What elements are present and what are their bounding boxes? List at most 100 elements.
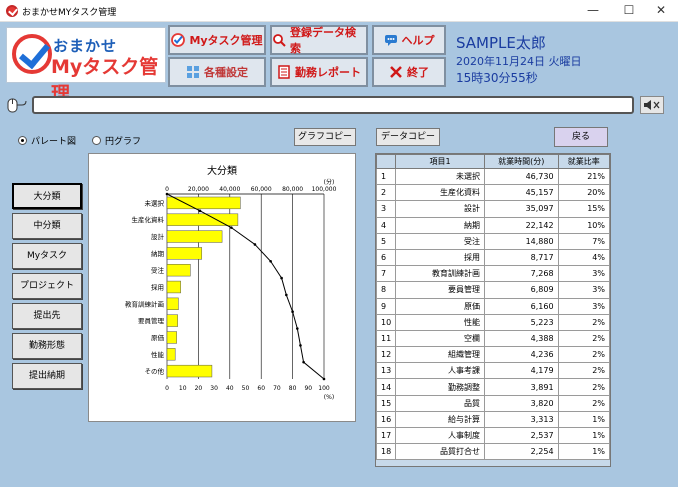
category-button-large[interactable]: 大分類 bbox=[12, 183, 82, 209]
table-row[interactable]: 14 勤務調整 3,891 2% bbox=[375, 378, 611, 396]
settings-button[interactable]: 各種設定 bbox=[168, 57, 266, 87]
row-minutes: 35,097 bbox=[483, 200, 559, 218]
top-axis-unit: (分) bbox=[324, 178, 335, 186]
row-minutes: 6,160 bbox=[483, 297, 559, 315]
category-button-medium[interactable]: 中分類 bbox=[12, 213, 82, 239]
grid-icon bbox=[186, 65, 200, 79]
row-ratio: 2% bbox=[557, 378, 611, 396]
row-minutes: 14,880 bbox=[483, 232, 559, 250]
row-item: 給与計算 bbox=[395, 410, 485, 429]
table-row[interactable]: 18 品質打合せ 2,254 1% bbox=[375, 443, 611, 461]
help-button[interactable]: ヘルプ bbox=[372, 25, 446, 55]
row-item: 品質 bbox=[395, 394, 485, 412]
table-row[interactable]: 8 要員管理 6,809 3% bbox=[375, 281, 611, 299]
graph-copy-button[interactable]: グラフコピー bbox=[294, 128, 356, 146]
table-row[interactable]: 15 品質 3,820 2% bbox=[375, 394, 611, 412]
row-minutes: 8,717 bbox=[483, 248, 559, 267]
category-label: 教育訓練計画 bbox=[125, 299, 164, 308]
table-header-2: 就業時間(分) bbox=[483, 154, 559, 169]
my-task-button[interactable]: Myタスク管理 bbox=[168, 25, 266, 55]
table-row[interactable]: 5 受注 14,880 7% bbox=[375, 232, 611, 250]
cumulative-point bbox=[198, 209, 202, 213]
table-row[interactable]: 1 未選択 46,730 21% bbox=[375, 167, 611, 186]
cumulative-point bbox=[280, 276, 283, 280]
pie-radio[interactable]: 円グラフ bbox=[92, 134, 141, 147]
row-index: 2 bbox=[375, 184, 397, 202]
help-label: ヘルプ bbox=[401, 34, 435, 47]
category-label: その他 bbox=[145, 367, 165, 376]
mute-button[interactable] bbox=[640, 96, 664, 114]
category-button-mytask[interactable]: Myタスク bbox=[12, 243, 82, 269]
table-row[interactable]: 3 設計 35,097 15% bbox=[375, 200, 611, 218]
register-search-button[interactable]: 登録データ検索 bbox=[270, 25, 368, 55]
top-tick-label: 40,000 bbox=[219, 186, 240, 193]
row-item: 教育訓練計画 bbox=[395, 265, 485, 283]
category-button-project[interactable]: プロジェクト bbox=[12, 273, 82, 299]
row-ratio: 3% bbox=[557, 281, 611, 299]
row-index: 3 bbox=[375, 200, 397, 218]
row-minutes: 4,388 bbox=[483, 329, 559, 348]
maximize-button[interactable]: ☐ bbox=[612, 0, 646, 22]
table-row[interactable]: 9 原価 6,160 3% bbox=[375, 297, 611, 315]
data-copy-button[interactable]: データコピー bbox=[376, 128, 440, 146]
table-row[interactable]: 10 性能 5,223 2% bbox=[375, 313, 611, 331]
pareto-radio[interactable]: パレート図 bbox=[18, 134, 76, 147]
category-button-submit-to[interactable]: 提出先 bbox=[12, 303, 82, 329]
table-row[interactable]: 16 給与計算 3,313 1% bbox=[375, 410, 611, 429]
cumulative-point bbox=[165, 192, 169, 196]
cumulative-point bbox=[322, 377, 326, 381]
category-label: 未選択 bbox=[145, 198, 165, 207]
exit-button[interactable]: 終了 bbox=[372, 57, 446, 87]
row-ratio: 1% bbox=[557, 410, 611, 429]
row-minutes: 7,268 bbox=[483, 265, 559, 283]
row-minutes: 2,537 bbox=[483, 426, 559, 445]
pie-radio-dot[interactable] bbox=[92, 136, 101, 145]
table-row[interactable]: 6 採用 8,717 4% bbox=[375, 248, 611, 267]
command-input[interactable] bbox=[32, 96, 634, 114]
table-row[interactable]: 13 人事考課 4,179 2% bbox=[375, 362, 611, 380]
checkmark-icon bbox=[171, 33, 186, 47]
table-row[interactable]: 7 教育訓練計画 7,268 3% bbox=[375, 265, 611, 283]
category-button-deadline[interactable]: 提出納期 bbox=[12, 363, 82, 389]
row-ratio: 1% bbox=[557, 443, 611, 461]
table-row[interactable]: 4 納期 22,142 10% bbox=[375, 216, 611, 234]
top-tick-label: 100,000 bbox=[312, 186, 337, 193]
close-window-button[interactable]: ✕ bbox=[644, 0, 678, 22]
minimize-button[interactable]: — bbox=[576, 0, 610, 22]
row-ratio: 2% bbox=[557, 313, 611, 331]
bottom-tick-label: 100 bbox=[318, 385, 330, 392]
category-label: 性能 bbox=[151, 350, 165, 359]
table-row[interactable]: 17 人事制度 2,537 1% bbox=[375, 426, 611, 445]
category-label: 受注 bbox=[151, 266, 165, 275]
row-index: 12 bbox=[375, 346, 397, 364]
row-item: 納期 bbox=[395, 216, 485, 234]
bottom-tick-label: 40 bbox=[226, 385, 234, 392]
bottom-tick-label: 50 bbox=[242, 385, 250, 392]
mouse-icon bbox=[6, 96, 27, 114]
top-tick-label: 80,000 bbox=[282, 186, 303, 193]
table-row[interactable]: 12 組織管理 4,236 2% bbox=[375, 346, 611, 364]
table-row[interactable]: 2 生産化資料 45,157 20% bbox=[375, 184, 611, 202]
top-tick-label: 0 bbox=[165, 186, 169, 193]
row-index: 10 bbox=[375, 313, 397, 331]
category-label: 設計 bbox=[151, 232, 165, 241]
row-item: 空欄 bbox=[395, 329, 485, 348]
row-item: 人事制度 bbox=[395, 426, 485, 445]
row-minutes: 6,809 bbox=[483, 281, 559, 299]
settings-label: 各種設定 bbox=[204, 66, 248, 79]
bottom-tick-label: 0 bbox=[165, 385, 169, 392]
category-label: 採用 bbox=[151, 283, 164, 292]
row-item: 勤務調整 bbox=[395, 378, 485, 396]
app-icon bbox=[6, 5, 18, 17]
row-index: 5 bbox=[375, 232, 397, 250]
title-bar: おまかせMYタスク管理 — ☐ ✕ bbox=[0, 0, 678, 22]
table-row[interactable]: 11 空欄 4,388 2% bbox=[375, 329, 611, 348]
pareto-radio-dot[interactable] bbox=[18, 136, 27, 145]
exit-label: 終了 bbox=[407, 66, 429, 79]
row-ratio: 2% bbox=[557, 329, 611, 348]
category-button-work-style[interactable]: 勤務形態 bbox=[12, 333, 82, 359]
cumulative-point bbox=[269, 259, 272, 263]
work-report-button[interactable]: 勤務レポート bbox=[270, 57, 368, 87]
my-task-label: Myタスク管理 bbox=[189, 34, 263, 47]
back-button[interactable]: 戻る bbox=[554, 127, 608, 147]
